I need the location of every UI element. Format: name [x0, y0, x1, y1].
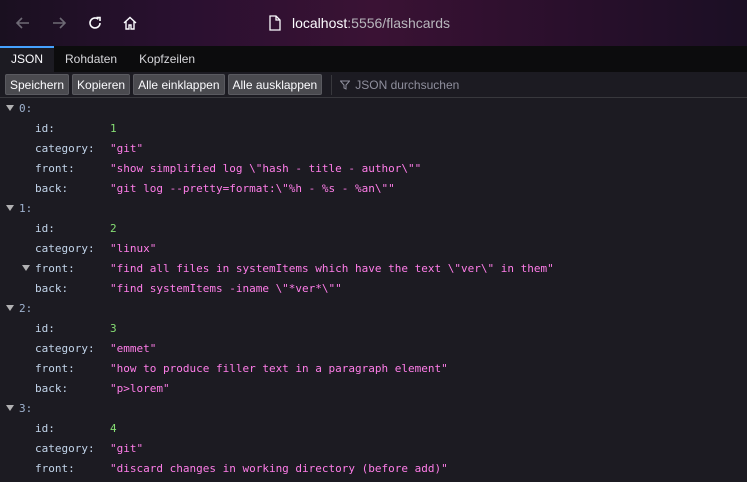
- collapse-twisty-icon[interactable]: [5, 103, 15, 113]
- field-key: id:: [35, 321, 55, 335]
- tab-raw-data[interactable]: Rohdaten: [54, 46, 128, 72]
- string-value: "p>lorem": [110, 381, 170, 395]
- field-key: category:: [35, 241, 95, 255]
- reload-button[interactable]: [77, 5, 113, 41]
- string-value: "git": [110, 141, 144, 155]
- collapse-twisty-icon[interactable]: [5, 203, 15, 213]
- string-value: "discard changes in working directory (b…: [110, 461, 448, 475]
- field-key: id:: [35, 221, 55, 235]
- field-key: category:: [35, 441, 95, 455]
- tree-object-row[interactable]: 1:: [0, 198, 747, 218]
- string-value: "how to produce filler text in a paragra…: [110, 361, 448, 375]
- object-index-key: 3:: [19, 401, 33, 415]
- url-host: localhost: [292, 15, 348, 31]
- back-button[interactable]: [5, 5, 41, 41]
- number-value: 4: [110, 421, 117, 435]
- json-tree: 0: id: 1 category: "git" front: "show simplifi…: [0, 98, 747, 482]
- tree-field-row[interactable]: front: "discard changes in working direct…: [0, 458, 747, 478]
- tree-object-row[interactable]: 3:: [0, 398, 747, 418]
- url-bar[interactable]: localhost:5556/flashcards: [268, 8, 568, 38]
- string-value: "find systemItems -iname \"*ver*\"": [110, 281, 342, 295]
- tree-field-row[interactable]: category: "git": [0, 438, 747, 458]
- tree-field-row[interactable]: back: "git log --pretty=format:\"%h - %s …: [0, 178, 747, 198]
- copy-button[interactable]: Kopieren: [72, 74, 131, 95]
- tree-field-row[interactable]: front: "find all files in systemItems whi…: [0, 258, 747, 278]
- field-key: front:: [35, 261, 75, 275]
- tree-field-row[interactable]: back: "find systemItems -iname \"*ver*\"": [0, 278, 747, 298]
- page-icon: [269, 15, 281, 31]
- viewer-tabs: JSON Rohdaten Kopfzeilen: [0, 46, 747, 72]
- url-path: :5556/flashcards: [347, 15, 450, 31]
- browser-toolbar: localhost:5556/flashcards: [0, 0, 747, 46]
- field-key: category:: [35, 141, 95, 155]
- home-button[interactable]: [112, 5, 148, 41]
- collapse-twisty-icon[interactable]: [5, 403, 15, 413]
- filter-placeholder: JSON durchsuchen: [355, 77, 460, 92]
- number-value: 3: [110, 321, 117, 335]
- tree-field-row[interactable]: category: "git": [0, 138, 747, 158]
- home-icon: [123, 16, 137, 30]
- field-key: front:: [35, 361, 75, 375]
- tree-field-row[interactable]: back: "p>lorem": [0, 378, 747, 398]
- tree-object-row[interactable]: 0:: [0, 98, 747, 118]
- tree-field-row[interactable]: id: 2: [0, 218, 747, 238]
- string-value: "emmet": [110, 341, 157, 355]
- json-filter[interactable]: JSON durchsuchen: [331, 74, 460, 95]
- string-value: "git log --pretty=format:\"%h - %s - %an…: [110, 181, 395, 195]
- arrow-right-icon: [53, 17, 67, 29]
- string-value: "linux": [110, 241, 157, 255]
- tree-field-row[interactable]: category: "linux": [0, 238, 747, 258]
- object-index-key: 1:: [19, 201, 33, 215]
- field-key: back:: [35, 181, 69, 195]
- field-key: back:: [35, 281, 69, 295]
- tree-field-row[interactable]: category: "emmet": [0, 338, 747, 358]
- number-value: 2: [110, 221, 117, 235]
- collapse-twisty-icon[interactable]: [5, 303, 15, 313]
- field-key: back:: [35, 381, 69, 395]
- save-button[interactable]: Speichern: [5, 74, 70, 95]
- tree-field-row[interactable]: front: "show simplified log \"hash - titl…: [0, 158, 747, 178]
- json-toolbar: Speichern Kopieren Alle einklappen Alle …: [0, 72, 747, 98]
- field-key: front:: [35, 461, 75, 475]
- tab-json[interactable]: JSON: [0, 46, 55, 72]
- field-key: id:: [35, 121, 55, 135]
- expand-all-button[interactable]: Alle ausklappen: [227, 74, 323, 95]
- collapse-twisty-icon[interactable]: [21, 263, 31, 273]
- string-value: "find all files in systemItems which hav…: [110, 261, 554, 275]
- object-index-key: 2:: [19, 301, 33, 315]
- tree-field-row[interactable]: id: 4: [0, 418, 747, 438]
- filter-icon: [340, 80, 351, 90]
- tab-headers[interactable]: Kopfzeilen: [128, 46, 206, 72]
- forward-button[interactable]: [41, 5, 77, 41]
- field-key: category:: [35, 341, 95, 355]
- arrow-left-icon: [15, 17, 29, 29]
- tree-field-row[interactable]: front: "how to produce filler text in a p…: [0, 358, 747, 378]
- collapse-all-button[interactable]: Alle einklappen: [133, 74, 225, 95]
- field-key: front:: [35, 161, 75, 175]
- string-value: "git": [110, 441, 144, 455]
- object-index-key: 0:: [19, 101, 33, 115]
- tree-field-row[interactable]: id: 1: [0, 118, 747, 138]
- tree-object-row[interactable]: 2:: [0, 298, 747, 318]
- number-value: 1: [110, 121, 117, 135]
- reload-icon: [89, 16, 101, 29]
- string-value: "show simplified log \"hash - title - au…: [110, 161, 422, 175]
- field-key: id:: [35, 421, 55, 435]
- tree-field-row[interactable]: id: 3: [0, 318, 747, 338]
